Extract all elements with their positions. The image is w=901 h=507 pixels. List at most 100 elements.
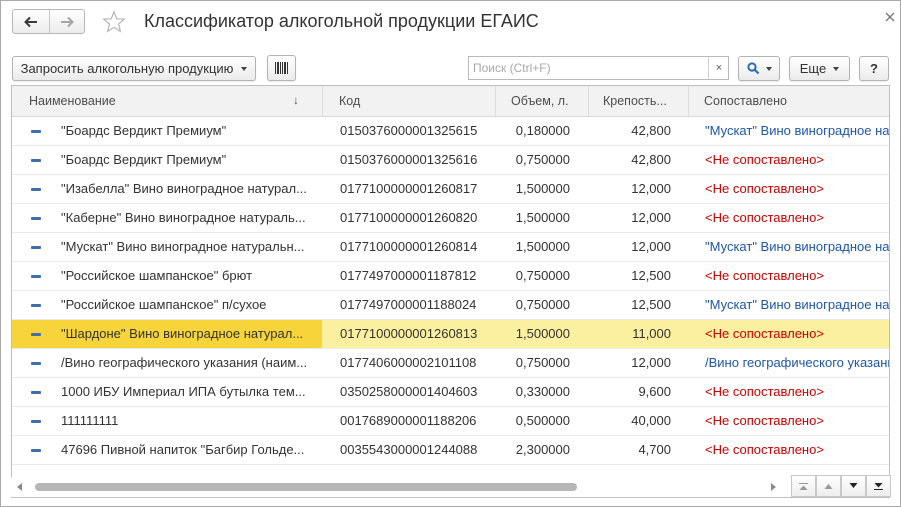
search-clear-button[interactable]: ×: [708, 57, 729, 79]
cell-matched: <Не сопоставлено>: [705, 413, 824, 428]
cell-code: 0150376000001325615: [340, 123, 478, 138]
table-row[interactable]: "Изабелла" Вино виноградное натурал... 01…: [12, 175, 889, 204]
table-row[interactable]: /Вино географического указания (наим... 0…: [12, 349, 889, 378]
cell-strength: 12,500: [631, 297, 671, 312]
cell-name: "Российское шампанское" брют: [61, 268, 253, 283]
cell-matched: "Мускат" Вино виноградное на: [705, 239, 889, 254]
cell-strength: 42,800: [631, 152, 671, 167]
page-title: Классификатор алкогольной продукции ЕГАИ…: [144, 11, 539, 31]
dash-icon: [31, 333, 41, 336]
cell-code: 0177100000001260817: [340, 181, 478, 196]
cell-code: 0177406000002101108: [340, 355, 477, 370]
cell-volume: 1,500000: [515, 210, 570, 225]
arrow-right-icon: [60, 16, 74, 27]
cell-volume: 1,500000: [515, 239, 570, 254]
cell-strength: 9,600: [638, 384, 671, 399]
sort-arrow-icon: ↓: [293, 93, 299, 107]
cell-code: 0177497000001188024: [340, 297, 477, 312]
cell-code: 0177100000001260814: [340, 239, 478, 254]
cell-code: 0177497000001187812: [340, 268, 477, 283]
cell-matched: /Вино географического указани: [705, 355, 889, 370]
table-row[interactable]: "Боардс Вердикт Премиум" 0150376000001325…: [12, 117, 889, 146]
back-button[interactable]: [13, 10, 49, 33]
cell-volume: 0,180000: [515, 123, 570, 138]
table-row[interactable]: "Боардс Вердикт Премиум" 0150376000001325…: [12, 146, 889, 175]
scrollbar-thumb[interactable]: [35, 483, 577, 491]
chevron-top-icon: [799, 482, 808, 490]
search-button[interactable]: [738, 56, 780, 81]
barcode-icon: [274, 62, 288, 74]
scroll-left-icon[interactable]: [17, 483, 22, 491]
cell-volume: 0,750000: [515, 297, 570, 312]
cell-name: "Боардс Вердикт Премиум": [61, 123, 227, 138]
request-products-button[interactable]: Запросить алкогольную продукцию: [12, 56, 256, 81]
table-row[interactable]: "Мускат" Вино виноградное натуральн... 01…: [12, 233, 889, 262]
close-icon[interactable]: [883, 10, 897, 24]
cell-matched: <Не сопоставлено>: [705, 181, 824, 196]
dash-icon: [31, 420, 41, 423]
navigation-buttons: [12, 9, 85, 34]
scroll-right-icon[interactable]: [771, 483, 776, 491]
scroll-up-button[interactable]: [816, 475, 841, 497]
scroll-to-top-button[interactable]: [791, 475, 816, 497]
table-row[interactable]: "Каберне" Вино виноградное натураль... 01…: [12, 204, 889, 233]
scroll-down-button[interactable]: [841, 475, 866, 497]
window: Классификатор алкогольной продукции ЕГАИ…: [0, 0, 901, 507]
chevron-down-icon: [833, 66, 840, 71]
help-button[interactable]: ?: [859, 56, 889, 81]
cell-matched: <Не сопоставлено>: [705, 326, 824, 341]
table-header: Наименование ↓ Код Объем, л. Крепость...…: [12, 86, 889, 117]
column-header-name[interactable]: Наименование: [29, 86, 116, 116]
cell-code: 0177100000001260820: [340, 210, 478, 225]
column-header-code[interactable]: Код: [339, 86, 360, 116]
cell-code: 0177100000001260813: [340, 326, 478, 341]
cell-matched: <Не сопоставлено>: [705, 442, 824, 457]
chevron-down-icon: [241, 66, 248, 71]
column-header-matched[interactable]: Сопоставлено: [704, 86, 787, 116]
forward-button[interactable]: [48, 10, 85, 33]
search-field: ×: [468, 56, 729, 80]
cell-matched: <Не сопоставлено>: [705, 210, 824, 225]
cell-name: "Боардс Вердикт Премиум": [61, 152, 227, 167]
cell-name: 1000 ИБУ Империал ИПА бутылка тем...: [61, 384, 306, 399]
cell-volume: 0,750000: [515, 268, 570, 283]
table-row[interactable]: 1000 ИБУ Империал ИПА бутылка тем... 0350…: [12, 378, 889, 407]
cell-volume: 0,750000: [515, 152, 570, 167]
cell-volume: 1,500000: [515, 181, 570, 196]
dash-icon: [31, 362, 41, 365]
dash-icon: [31, 188, 41, 191]
column-header-volume[interactable]: Объем, л.: [511, 86, 569, 116]
cell-name: 111111111: [61, 413, 119, 428]
cell-matched: <Не сопоставлено>: [705, 384, 824, 399]
cell-strength: 4,700: [638, 442, 671, 457]
column-header-strength[interactable]: Крепость...: [603, 86, 667, 116]
cell-strength: 12,000: [631, 239, 671, 254]
cell-strength: 11,000: [632, 326, 671, 341]
cell-code: 0150376000001325616: [340, 152, 478, 167]
more-label: Еще: [799, 61, 827, 76]
table-row[interactable]: 111111111 0017689000001188206 0,500000 40,0…: [12, 407, 889, 436]
cell-matched: <Не сопоставлено>: [705, 152, 824, 167]
cell-strength: 12,500: [631, 268, 671, 283]
table-row[interactable]: "Российское шампанское" брют 017749700000…: [12, 262, 889, 291]
cell-code: 0035543000001244088: [340, 442, 478, 457]
table-row[interactable]: 47696 Пивной напиток "Багбир Гольде... 00…: [12, 436, 889, 465]
dash-icon: [31, 449, 41, 452]
cell-name: "Изабелла" Вино виноградное натурал...: [61, 181, 307, 196]
chevron-bottom-icon: [874, 482, 883, 490]
cell-name: "Мускат" Вино виноградное натуральн...: [61, 239, 305, 254]
dash-icon: [31, 275, 41, 278]
cell-name: "Каберне" Вино виноградное натураль...: [61, 210, 306, 225]
horizontal-scrollbar[interactable]: [11, 477, 783, 497]
more-button[interactable]: Еще: [789, 56, 850, 81]
table-row[interactable]: "Шардоне" Вино виноградное натурал... 017…: [12, 320, 889, 349]
search-input[interactable]: [469, 57, 707, 79]
star-icon[interactable]: [102, 10, 126, 34]
cell-volume: 0,750000: [515, 355, 570, 370]
barcode-button[interactable]: [267, 55, 296, 81]
cell-matched: <Не сопоставлено>: [705, 268, 824, 283]
cell-matched: "Мускат" Вино виноградное на: [705, 123, 889, 138]
table-row[interactable]: "Российское шампанское" п/сухое 017749700…: [12, 291, 889, 320]
scroll-to-bottom-button[interactable]: [866, 475, 891, 497]
cell-strength: 12,000: [631, 355, 671, 370]
